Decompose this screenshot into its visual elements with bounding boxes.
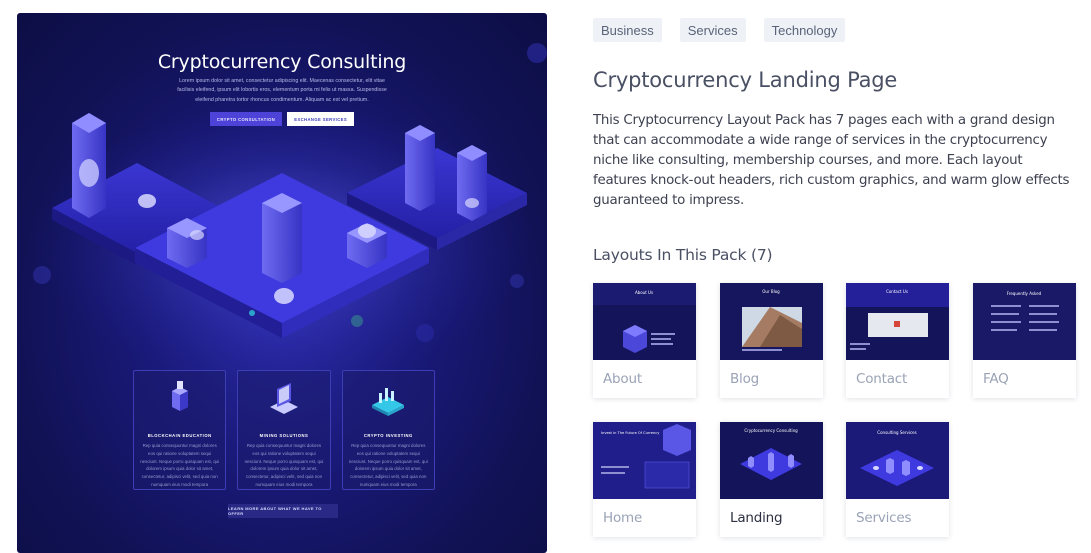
tag-services[interactable]: Services <box>679 18 746 42</box>
layout-label: FAQ <box>983 371 1009 387</box>
layouts-heading: Layouts In This Pack (7) <box>593 246 773 264</box>
layout-label: Contact <box>856 371 908 387</box>
layout-label: Landing <box>730 510 783 526</box>
layout-thumbnail: Frequently Asked <box>973 283 1076 360</box>
layout-card-about[interactable]: About Us About <box>593 283 696 398</box>
layout-card-landing[interactable]: Cryptocurrency Consulting Landing <box>720 422 823 537</box>
thumb-title: Contact Us <box>886 289 908 294</box>
crypto-consultation-button[interactable]: CRYPTO CONSULTATION <box>209 112 283 126</box>
laptop-mining-icon <box>269 383 298 414</box>
thumb-title: Consulting Services <box>877 430 916 435</box>
blockchain-icon <box>171 381 188 411</box>
feature-card-text: Rep quia consequuntur magni dolores eos … <box>140 443 220 487</box>
layout-card-faq[interactable]: Frequently Asked FAQ <box>973 283 1076 398</box>
tag-business[interactable]: Business <box>593 18 662 42</box>
chart-investing-icon <box>372 388 405 416</box>
learn-more-button[interactable]: LEARN MORE ABOUT WHAT WE HAVE TO OFFER <box>228 504 338 518</box>
layout-label: About <box>603 371 642 387</box>
layout-label: Home <box>603 510 643 526</box>
layout-label: Services <box>856 510 912 526</box>
hero-title: Cryptocurrency Consulting <box>157 51 407 73</box>
feature-card-text: Rep quia consequuntur magni dolores eos … <box>244 443 324 487</box>
thumb-title: Cryptocurrency Consulting <box>744 428 798 433</box>
layout-card-home[interactable]: Invest in The Future Of Currency Home <box>593 422 696 537</box>
page-description: This Cryptocurrency Layout Pack has 7 pa… <box>593 113 1070 208</box>
feature-card-text: Rep quia consequuntur magni dolores eos … <box>348 443 428 487</box>
layout-card-contact[interactable]: Contact Us Contact <box>846 283 949 398</box>
layout-thumbnail: Consulting Services <box>846 422 949 499</box>
hero-description: Lorem ipsum dolor sit amet, consectetur … <box>177 78 387 103</box>
feature-card-title: MINING SOLUTIONS <box>259 433 309 438</box>
feature-cards: BLOCKCHAIN EDUCATION Rep quia consequunt… <box>133 370 435 490</box>
thumb-title: Invest in The Future Of Currency <box>601 431 660 435</box>
layout-thumbnail: Cryptocurrency Consulting <box>720 422 823 499</box>
exchange-services-button[interactable]: EXCHANGE SERVICES <box>287 112 355 126</box>
page: Cryptocurrency Consulting Lorem ipsum do… <box>0 0 1091 553</box>
tag-technology[interactable]: Technology <box>763 18 846 42</box>
layout-card-services[interactable]: Consulting Services Services <box>846 422 949 537</box>
feature-card-title: BLOCKCHAIN EDUCATION <box>147 433 212 438</box>
layout-thumbnail: Invest in The Future Of Currency <box>593 422 696 499</box>
thumb-title: About Us <box>635 290 653 295</box>
category-tags: Business Services Technology <box>593 18 846 42</box>
feature-card-investing: CRYPTO INVESTING Rep quia consequuntur m… <box>341 370 435 490</box>
layout-card-blog[interactable]: Our Blog Blog <box>720 283 823 398</box>
layout-preview[interactable]: Cryptocurrency Consulting Lorem ipsum do… <box>17 13 547 553</box>
layout-label: Blog <box>730 371 760 387</box>
thumb-title: Frequently Asked <box>1007 291 1042 296</box>
layout-thumbnail: Our Blog <box>720 283 823 360</box>
page-title: Cryptocurrency Landing Page <box>593 68 898 92</box>
thumb-title: Our Blog <box>762 289 780 294</box>
layout-thumbnail: About Us <box>593 283 696 360</box>
feature-card-blockchain: BLOCKCHAIN EDUCATION Rep quia consequunt… <box>133 370 227 490</box>
hero-buttons: CRYPTO CONSULTATION EXCHANGE SERVICES <box>17 112 547 126</box>
feature-card-title: CRYPTO INVESTING <box>363 433 413 438</box>
layout-thumbnail: Contact Us <box>846 283 949 360</box>
feature-card-mining: MINING SOLUTIONS Rep quia consequuntur m… <box>237 370 331 490</box>
